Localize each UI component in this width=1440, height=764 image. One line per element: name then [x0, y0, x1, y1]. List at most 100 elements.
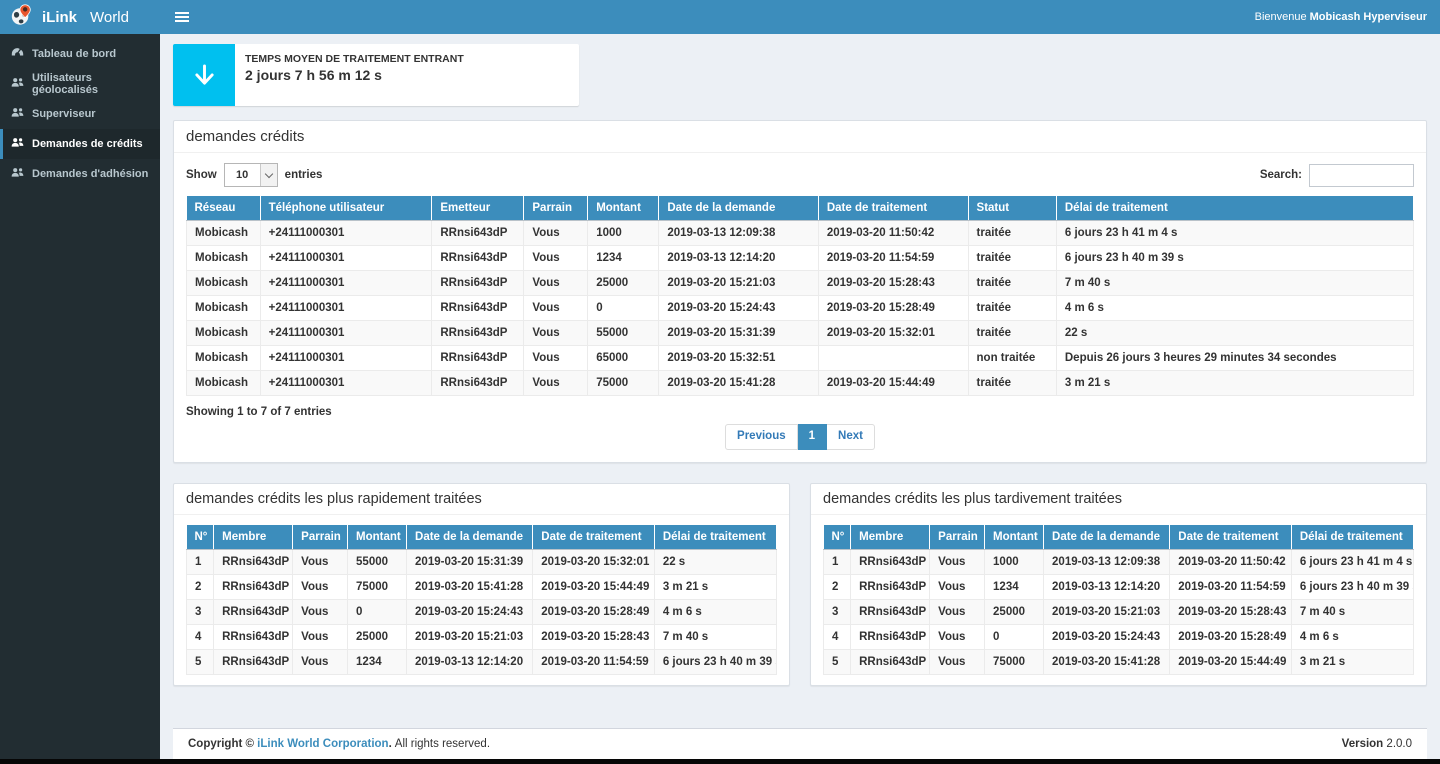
table-cell: RRnsi643dP	[851, 574, 930, 599]
table-cell: 3	[824, 599, 851, 624]
search-input[interactable]	[1309, 164, 1414, 187]
table-cell: traitée	[968, 321, 1056, 346]
column-header[interactable]: Parrain	[930, 525, 985, 550]
panel-title: demandes crédits les plus tardivement tr…	[811, 484, 1426, 515]
column-header[interactable]: Délai de traitement	[654, 525, 776, 550]
table-cell: 4 m 6 s	[1056, 296, 1413, 321]
column-header[interactable]: Date de la demande	[659, 196, 819, 221]
table-cell: 6 jours 23 h 41 m 4 s	[1291, 549, 1413, 574]
table-cell: Vous	[524, 371, 588, 396]
table-cell: 3 m 21 s	[654, 574, 776, 599]
hamburger-menu-icon[interactable]	[173, 8, 191, 26]
panel-demandes-credits: demandes crédits Show 10 entries	[173, 120, 1427, 463]
table-cell: +24111000301	[260, 346, 432, 371]
table-cell: 75000	[985, 649, 1044, 674]
datatable-controls: Show 10 entries Search:	[186, 163, 1414, 187]
table-row: 4RRnsi643dPVous250002019-03-20 15:21:032…	[187, 624, 777, 649]
column-header[interactable]: Parrain	[293, 525, 348, 550]
table-cell: Mobicash	[187, 296, 261, 321]
table-cell: 2019-03-13 12:14:20	[1044, 574, 1170, 599]
sidebar-item-label: Utilisateurs géolocalisés	[32, 72, 152, 96]
table-cell: RRnsi643dP	[851, 624, 930, 649]
column-header[interactable]: Montant	[588, 196, 659, 221]
table-cell: Mobicash	[187, 346, 261, 371]
show-entries-select[interactable]: 10	[224, 163, 278, 187]
table-cell: 2019-03-20 15:28:43	[818, 271, 968, 296]
column-header[interactable]: Date de traitement	[818, 196, 968, 221]
show-entries-value: 10	[225, 164, 260, 186]
fastest-processed-table: N°MembreParrainMontantDate de la demande…	[186, 525, 777, 675]
table-cell: 75000	[588, 371, 659, 396]
column-header[interactable]: Membre	[214, 525, 293, 550]
column-header[interactable]: N°	[187, 525, 214, 550]
table-cell: traitée	[968, 221, 1056, 246]
table-cell: Vous	[293, 649, 348, 674]
sidebar-item-tableau-de-bord[interactable]: Tableau de bord	[0, 39, 160, 69]
sidebar-item-demandes-de-credits[interactable]: Demandes de crédits	[0, 129, 160, 159]
table-cell: traitée	[968, 296, 1056, 321]
column-header[interactable]: Téléphone utilisateur	[260, 196, 432, 221]
table-cell: 2	[824, 574, 851, 599]
welcome-prefix: Bienvenue	[1255, 11, 1307, 23]
column-header[interactable]: Parrain	[524, 196, 588, 221]
column-header[interactable]: Montant	[985, 525, 1044, 550]
entries-label: entries	[285, 169, 323, 181]
sidebar-item-superviseur[interactable]: Superviseur	[0, 99, 160, 129]
show-entries-control: Show 10 entries	[186, 163, 322, 187]
table-cell: +24111000301	[260, 371, 432, 396]
company-link[interactable]: iLink World Corporation	[257, 738, 388, 750]
table-cell: 25000	[588, 271, 659, 296]
column-header[interactable]: Délai de traitement	[1056, 196, 1413, 221]
welcome-text: BienvenueMobicash Hyperviseur	[1255, 11, 1427, 23]
pagination-next-button[interactable]: Next	[827, 424, 875, 450]
show-label: Show	[186, 169, 217, 181]
table-cell: +24111000301	[260, 296, 432, 321]
table-header-row: RéseauTéléphone utilisateurEmetteurParra…	[187, 196, 1414, 221]
table-cell: 55000	[588, 321, 659, 346]
pagination-previous-button[interactable]: Previous	[725, 424, 798, 450]
table-cell: +24111000301	[260, 246, 432, 271]
column-header[interactable]: Délai de traitement	[1291, 525, 1413, 550]
table-cell: 4 m 6 s	[1291, 624, 1413, 649]
dashboard-icon	[11, 47, 24, 62]
table-cell: 2019-03-13 12:09:38	[659, 221, 819, 246]
column-header[interactable]: Emetteur	[432, 196, 524, 221]
users-icon	[11, 77, 24, 91]
pagination: Previous 1 Next	[186, 420, 1414, 452]
sidebar-item-demandes-adhesion[interactable]: Demandes d'adhésion	[0, 159, 160, 189]
column-header[interactable]: Réseau	[187, 196, 261, 221]
column-header[interactable]: Membre	[851, 525, 930, 550]
users-icon	[11, 167, 24, 181]
page-content: TEMPS MOYEN DE TRAITEMENT ENTRANT 2 jour…	[160, 34, 1440, 759]
table-cell: 7 m 40 s	[1056, 271, 1413, 296]
column-header[interactable]: Date de la demande	[407, 525, 533, 550]
table-row: Mobicash+24111000301RRnsi643dPVous550002…	[187, 321, 1414, 346]
top-navbar: BienvenueMobicash Hyperviseur	[160, 0, 1440, 34]
column-header[interactable]: Statut	[968, 196, 1056, 221]
sidebar-item-utilisateurs-geolocalises[interactable]: Utilisateurs géolocalisés	[0, 69, 160, 99]
table-cell: 22 s	[1056, 321, 1413, 346]
table-header-row: N°MembreParrainMontantDate de la demande…	[824, 525, 1414, 550]
column-header[interactable]: Date de traitement	[533, 525, 655, 550]
arrow-down-icon	[173, 44, 235, 106]
column-header[interactable]: Date de traitement	[1170, 525, 1292, 550]
column-header[interactable]: Date de la demande	[1044, 525, 1170, 550]
table-cell: 2019-03-20 15:41:28	[407, 574, 533, 599]
table-cell: 2019-03-20 15:24:43	[1044, 624, 1170, 649]
users-icon	[11, 137, 24, 151]
table-row: 1RRnsi643dPVous550002019-03-20 15:31:392…	[187, 549, 777, 574]
users-icon	[11, 107, 24, 121]
brand-logo[interactable]: iLinkWorld	[0, 0, 160, 34]
table-cell: 2019-03-20 15:28:49	[818, 296, 968, 321]
table-cell: RRnsi643dP	[851, 549, 930, 574]
table-cell: RRnsi643dP	[432, 296, 524, 321]
sidebar-menu: Tableau de bord Utilisateurs géolocalisé…	[0, 34, 160, 189]
table-cell: Vous	[524, 346, 588, 371]
table-cell: 1000	[588, 221, 659, 246]
brand-name-bold: iLink	[42, 9, 77, 26]
pagination-page-1-button[interactable]: 1	[798, 424, 827, 450]
column-header[interactable]: Montant	[348, 525, 407, 550]
table-cell: 2019-03-20 11:54:59	[818, 246, 968, 271]
table-cell: 2019-03-20 15:28:43	[533, 624, 655, 649]
column-header[interactable]: N°	[824, 525, 851, 550]
